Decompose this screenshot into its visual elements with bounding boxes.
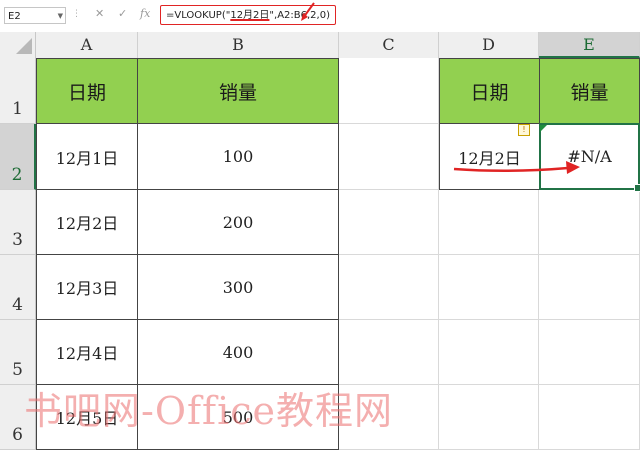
cell-d1-header[interactable]: 日期: [439, 58, 540, 124]
row-number: 6: [12, 425, 23, 445]
spreadsheet-window: E2 ▼ ⋮ ✕ ✓ fx =VLOOKUP("12月2日",A2:B6,2,0…: [0, 0, 640, 450]
row-header-2[interactable]: 2: [0, 124, 36, 190]
cell-d5[interactable]: [439, 320, 539, 385]
error-triangle-icon: [540, 125, 547, 132]
cell-a1-header[interactable]: 日期: [36, 58, 138, 124]
name-box-value: E2: [8, 11, 21, 22]
column-headers: A B C D E: [0, 32, 640, 59]
row-number: 1: [12, 99, 23, 119]
row-header-6[interactable]: 6: [0, 385, 36, 450]
cell-b2[interactable]: 100: [137, 123, 339, 190]
row-number: 5: [12, 360, 23, 380]
cell-d4[interactable]: [439, 255, 539, 320]
formula-highlight: 12月2日: [230, 10, 270, 21]
cell-c1[interactable]: [339, 58, 439, 124]
warning-icon[interactable]: !: [518, 124, 530, 136]
cell-a3[interactable]: 12月2日: [36, 189, 138, 255]
insert-function-icon[interactable]: fx: [140, 7, 150, 20]
cell-a6[interactable]: 12月5日: [36, 384, 138, 450]
cell-d6[interactable]: [439, 385, 539, 450]
formula-prefix: =VLOOKUP(": [166, 10, 231, 21]
cell-d3[interactable]: [439, 190, 539, 255]
row-header-4[interactable]: 4: [0, 255, 36, 320]
column-header-c[interactable]: C: [339, 32, 439, 58]
cell-e5[interactable]: [539, 320, 640, 385]
fill-handle[interactable]: [634, 184, 640, 192]
cell-b6[interactable]: 500: [137, 384, 339, 450]
formula-bar: E2 ▼ ⋮ ✕ ✓ fx =VLOOKUP("12月2日",A2:B6,2,0…: [0, 0, 640, 33]
cancel-icon[interactable]: ✕: [95, 7, 104, 20]
cell-c5[interactable]: [339, 320, 439, 385]
row-header-1[interactable]: 1: [0, 58, 36, 124]
cell-e6[interactable]: [539, 385, 640, 450]
cell-b3[interactable]: 200: [137, 189, 339, 255]
annotation-arrow-icon: [301, 2, 315, 21]
annotation-arrow-icon: [453, 161, 580, 174]
confirm-icon[interactable]: ✓: [118, 7, 127, 20]
chevron-down-icon[interactable]: ▼: [58, 8, 63, 25]
row-number: 2: [11, 165, 23, 185]
cell-a5[interactable]: 12月4日: [36, 319, 138, 385]
cell-b5[interactable]: 400: [137, 319, 339, 385]
row-header-5[interactable]: 5: [0, 320, 36, 385]
cell-c3[interactable]: [339, 190, 439, 255]
cell-a2[interactable]: 12月1日: [36, 123, 138, 190]
name-box[interactable]: E2 ▼: [4, 7, 66, 24]
column-header-a[interactable]: A: [36, 32, 138, 58]
column-header-e[interactable]: E: [539, 32, 640, 58]
cell-b4[interactable]: 300: [137, 254, 339, 320]
column-header-b[interactable]: B: [138, 32, 339, 58]
cell-e3[interactable]: [539, 190, 640, 255]
cell-e4[interactable]: [539, 255, 640, 320]
row-number: 3: [12, 230, 23, 250]
cell-c4[interactable]: [339, 255, 439, 320]
cell-b1-header[interactable]: 销量: [137, 58, 339, 124]
cell-a4[interactable]: 12月3日: [36, 254, 138, 320]
row-number: 4: [12, 295, 23, 315]
more-dots-icon: ⋮: [72, 9, 81, 19]
column-header-d[interactable]: D: [439, 32, 539, 58]
cell-c2[interactable]: [339, 124, 439, 190]
select-all-corner[interactable]: [0, 32, 36, 58]
row-header-3[interactable]: 3: [0, 190, 36, 255]
select-all-icon: [16, 38, 32, 54]
cell-c6[interactable]: [339, 385, 439, 450]
cell-e1-header[interactable]: 销量: [539, 58, 640, 124]
cell-e2-selected[interactable]: #N/A: [539, 123, 640, 190]
